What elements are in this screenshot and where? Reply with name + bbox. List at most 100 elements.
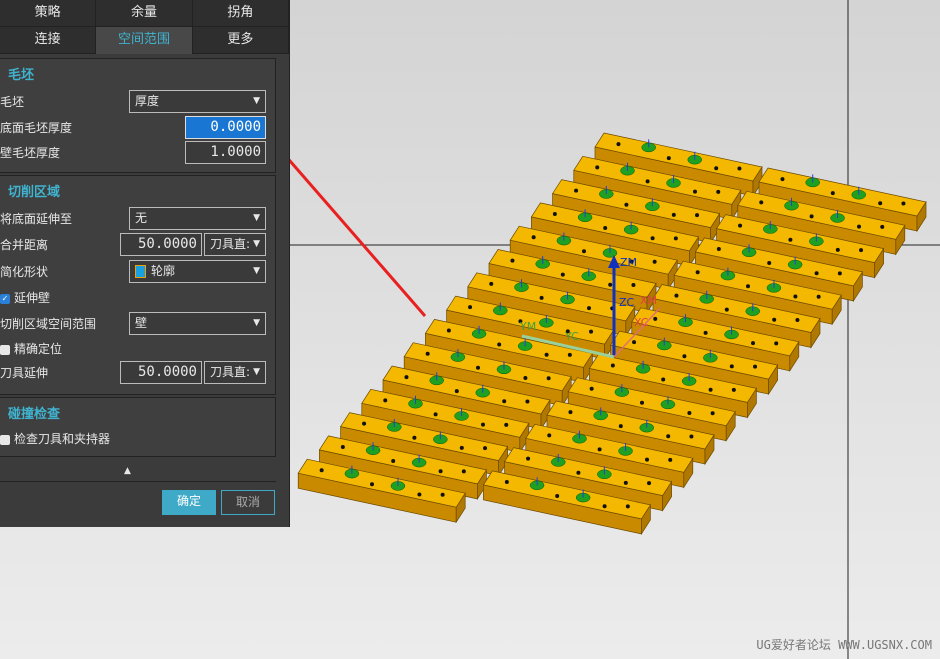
extend-floor-select[interactable]: 无 ▼	[129, 207, 266, 230]
hole	[668, 457, 673, 462]
blank-select-value: 厚度	[135, 94, 160, 108]
hole	[673, 236, 678, 241]
hole	[695, 213, 700, 218]
hole	[795, 318, 800, 323]
hole	[703, 330, 708, 335]
merge-distance-input[interactable]: 50.0000	[120, 233, 202, 256]
hole	[653, 316, 658, 321]
hole	[835, 247, 840, 252]
extend-floor-label: 将底面延伸至	[0, 212, 73, 226]
hole	[682, 354, 687, 359]
hole	[693, 189, 697, 194]
tab-space-range[interactable]: 空间范围	[96, 27, 193, 54]
hole	[438, 469, 443, 474]
hole	[618, 424, 623, 429]
chevron-down-icon: ▼	[253, 96, 260, 106]
hole	[650, 236, 655, 241]
cancel-button[interactable]: 取消	[221, 490, 275, 515]
hole	[767, 261, 772, 265]
hole	[504, 479, 509, 484]
collapse-up-icon[interactable]: ▲	[124, 466, 131, 476]
hole	[525, 399, 530, 404]
hole	[610, 363, 615, 368]
hole	[837, 271, 842, 276]
hole	[793, 294, 798, 299]
chevron-down-icon: ▼	[253, 213, 260, 223]
hole	[632, 340, 637, 345]
ok-button[interactable]: 确定	[162, 490, 216, 515]
hole	[624, 202, 629, 207]
collision-group-title[interactable]: 碰撞检查	[0, 398, 275, 423]
wall-stock-input[interactable]: 1.0000	[185, 141, 266, 164]
extend-floor-value: 无	[135, 211, 148, 225]
simplify-select[interactable]: 轮廓 ▼	[129, 260, 266, 283]
axis-label-xc: XC	[634, 316, 649, 329]
hole	[674, 293, 679, 298]
floor-stock-input[interactable]: 0.0000	[185, 116, 266, 139]
hole	[531, 235, 536, 240]
simplify-label: 简化形状	[0, 265, 49, 279]
hole	[391, 459, 396, 463]
tab-corner[interactable]: 拐角	[192, 0, 289, 27]
hole	[574, 188, 579, 193]
divider	[0, 481, 276, 482]
tab-stock[interactable]: 余量	[96, 0, 193, 27]
extend-wall-checkbox[interactable]: ✓ 延伸壁	[0, 287, 50, 309]
tab-connection[interactable]: 连接	[0, 27, 97, 54]
hole	[446, 328, 451, 333]
merge-distance-label: 合并距离	[0, 238, 49, 252]
chevron-down-icon: ▼	[253, 239, 260, 249]
merge-unit-value: 刀具直:	[210, 237, 251, 251]
tab-more[interactable]: 更多	[192, 27, 289, 54]
hole	[666, 156, 671, 161]
tool-extension-input[interactable]: 50.0000	[120, 361, 202, 384]
check-tool-holder-checkbox[interactable]: 检查刀具和夹持器	[0, 428, 110, 450]
hole	[489, 281, 494, 286]
hole	[567, 352, 572, 357]
hole	[383, 398, 388, 403]
hole	[738, 223, 743, 228]
cut-area-group-title[interactable]: 切削区域	[0, 176, 275, 201]
tab-strategy[interactable]: 策略	[0, 0, 97, 27]
hole	[476, 365, 480, 370]
hole	[647, 481, 652, 486]
hole	[695, 270, 700, 275]
blank-group: 毛坯 毛坯 厚度 ▼ 底面毛坯厚度 0.0000 壁毛坯厚度 1.0000	[0, 58, 276, 173]
hole	[625, 504, 630, 509]
hole	[737, 166, 742, 171]
tool-extension-unit-select[interactable]: 刀具直: ▼	[204, 361, 266, 384]
hole	[526, 456, 531, 461]
space-range-select[interactable]: 壁 ▼	[129, 312, 266, 335]
hole	[440, 492, 445, 497]
hole	[319, 468, 324, 473]
hole	[417, 492, 422, 497]
hole	[759, 200, 764, 205]
hole	[857, 224, 861, 229]
hole	[589, 329, 594, 334]
hole	[666, 434, 671, 439]
hole	[454, 389, 459, 394]
merge-unit-select[interactable]: 刀具直: ▼	[204, 233, 266, 256]
chevron-down-icon: ▼	[253, 266, 260, 276]
hole	[751, 341, 755, 346]
hole	[780, 177, 785, 182]
blank-group-title[interactable]: 毛坯	[0, 59, 275, 84]
hole	[504, 422, 509, 427]
hole	[616, 142, 621, 147]
hole	[404, 375, 409, 380]
cut-area-group: 切削区域 将底面延伸至 无 ▼ 合并距离 50.0000 刀具直: ▼ 简化形状 轮…	[0, 175, 276, 395]
hole	[671, 212, 676, 217]
hole	[689, 434, 694, 439]
hole	[412, 435, 417, 440]
hole	[483, 446, 488, 451]
precise-position-checkbox[interactable]: 精确定位	[0, 338, 62, 360]
wall-stock-label: 壁毛坯厚度	[0, 146, 61, 160]
axis-label-ym: YM	[519, 320, 536, 333]
hole	[555, 494, 560, 498]
hole	[510, 258, 515, 263]
hole	[568, 410, 573, 415]
hole	[880, 224, 885, 229]
contour-icon	[135, 265, 146, 278]
precise-position-label: 精确定位	[14, 342, 63, 356]
blank-select[interactable]: 厚度 ▼	[129, 90, 266, 113]
